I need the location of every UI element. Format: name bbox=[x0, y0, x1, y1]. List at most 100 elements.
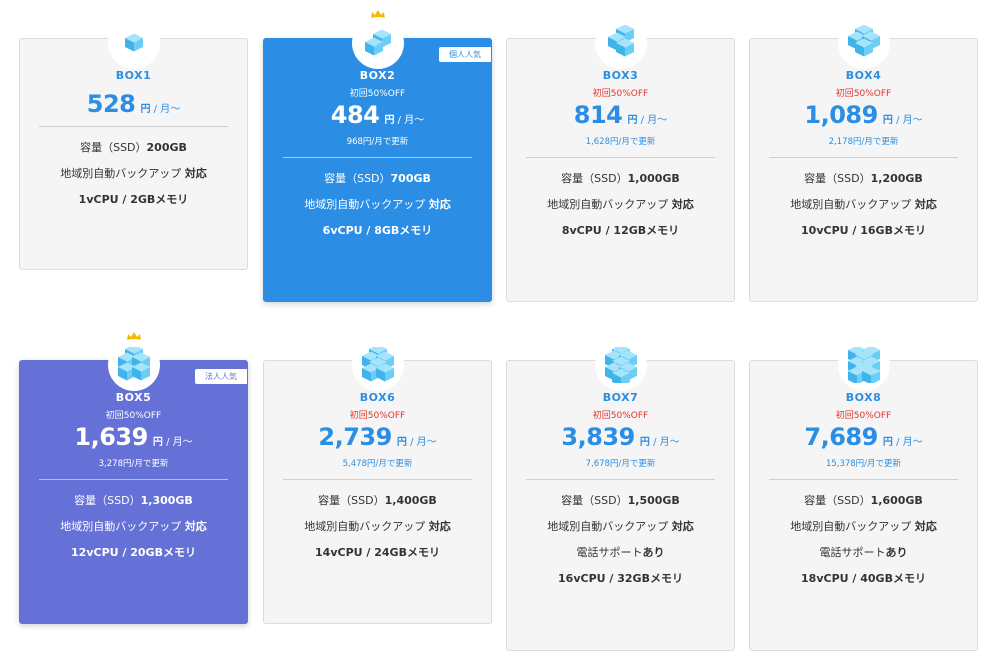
divider bbox=[526, 479, 715, 480]
cube-stack-icon bbox=[361, 347, 394, 382]
spec-label: 地域別自動バックアップ bbox=[304, 198, 429, 211]
cube-icon-badge bbox=[351, 339, 404, 391]
price-currency: 円 bbox=[384, 115, 395, 126]
spec-list: 容量（SSD）1,600GB 地域別自動バックアップ 対応電話サポートあり 18vC… bbox=[750, 494, 977, 585]
spec-row: 地域別自動バックアップ 対応 bbox=[750, 520, 977, 533]
cube-stack-icon bbox=[847, 347, 880, 383]
spec-value: 1,600GB bbox=[870, 494, 923, 507]
spec-label: 地域別自動バックアップ bbox=[60, 520, 185, 533]
discount-label: 初回50%OFF bbox=[592, 89, 649, 99]
price-amount: 528 bbox=[86, 90, 136, 118]
plan-name: BOX1 bbox=[115, 69, 152, 82]
spec-row: 16vCPU / 32GBメモリ bbox=[507, 572, 734, 585]
spec-value: 18vCPU / 40GBメモリ bbox=[801, 572, 926, 585]
spec-row: 地域別自動バックアップ 対応 bbox=[264, 520, 491, 533]
spec-value: 14vCPU / 24GBメモリ bbox=[315, 546, 440, 559]
plan-card-box7[interactable]: BOX7 初回50%OFF 3,839 円 / 月〜 7,678円/月で更新 容… bbox=[506, 339, 735, 651]
spec-value: 16vCPU / 32GBメモリ bbox=[558, 572, 683, 585]
spec-label: 電話サポート bbox=[819, 546, 886, 559]
spec-row: 地域別自動バックアップ 対応 bbox=[20, 520, 247, 533]
cube-stack-icon bbox=[124, 33, 143, 52]
renewal-price: 2,178円/月で更新 bbox=[828, 137, 899, 147]
price-line: 484 円 / 月〜 bbox=[264, 101, 491, 129]
price-line: 1,639 円 / 月〜 bbox=[20, 423, 247, 451]
plan-card-box4[interactable]: BOX4 初回50%OFF 1,089 円 / 月〜 2,178円/月で更新 容… bbox=[749, 17, 978, 302]
cube-icon-badge bbox=[107, 17, 160, 69]
cube-icon-badge bbox=[837, 339, 890, 391]
spec-row: 地域別自動バックアップ 対応 bbox=[507, 198, 734, 211]
spec-list: 容量（SSD）1,400GB 地域別自動バックアップ 対応 14vCPU / 24G… bbox=[264, 494, 491, 559]
spec-label: 容量（SSD） bbox=[804, 172, 871, 185]
price-amount: 7,689 bbox=[804, 423, 878, 451]
spec-value: 700GB bbox=[390, 172, 431, 185]
divider bbox=[769, 157, 958, 158]
spec-list: 容量（SSD）1,300GB 地域別自動バックアップ 対応 12vCPU / 20G… bbox=[20, 494, 247, 559]
price-amount: 814 bbox=[573, 101, 623, 129]
plan-card-box8[interactable]: BOX8 初回50%OFF 7,689 円 / 月〜 15,378円/月で更新 … bbox=[749, 339, 978, 651]
spec-value: 1,200GB bbox=[870, 172, 923, 185]
plan-name: BOX4 bbox=[845, 69, 882, 82]
price-amount: 1,089 bbox=[804, 101, 878, 129]
price-line: 1,089 円 / 月〜 bbox=[750, 101, 977, 129]
renewal-price: 5,478円/月で更新 bbox=[342, 459, 413, 469]
spec-value: 1vCPU / 2GBメモリ bbox=[78, 193, 189, 206]
discount-label: 初回50%OFF bbox=[349, 411, 406, 421]
cube-stack-icon bbox=[364, 29, 391, 56]
spec-row: 8vCPU / 12GBメモリ bbox=[507, 224, 734, 237]
spec-value: 対応 bbox=[184, 520, 207, 533]
spec-value: 6vCPU / 8GBメモリ bbox=[322, 224, 433, 237]
spec-value: 12vCPU / 20GBメモリ bbox=[71, 546, 196, 559]
spec-value: 対応 bbox=[914, 520, 937, 533]
spec-label: 容量（SSD） bbox=[804, 494, 871, 507]
spec-row: 容量（SSD）1,500GB bbox=[507, 494, 734, 507]
cube-stack-icon bbox=[847, 25, 880, 57]
discount-label: 初回50%OFF bbox=[835, 89, 892, 99]
discount-label: 初回50%OFF bbox=[835, 411, 892, 421]
price-currency: 円 bbox=[396, 437, 407, 448]
spec-label: 電話サポート bbox=[576, 546, 643, 559]
price-period: / 月〜 bbox=[892, 437, 923, 448]
spec-label: 容量（SSD） bbox=[561, 494, 628, 507]
price-currency: 円 bbox=[639, 437, 650, 448]
price-line: 528 円 / 月〜 bbox=[20, 90, 247, 118]
cube-stack-icon bbox=[607, 25, 634, 57]
spec-value: あり bbox=[885, 546, 908, 559]
plan-name: BOX8 bbox=[845, 391, 882, 404]
spec-value: 対応 bbox=[428, 198, 451, 211]
price-line: 7,689 円 / 月〜 bbox=[750, 423, 977, 451]
price-amount: 484 bbox=[330, 101, 380, 129]
spec-value: 1,400GB bbox=[384, 494, 437, 507]
spec-row: 地域別自動バックアップ 対応 bbox=[264, 198, 491, 211]
spec-row: 地域別自動バックアップ 対応 bbox=[20, 167, 247, 180]
plan-card-box2[interactable]: 個人人気 BOX2 初回50%OFF 484 円 / 月〜 968円/月で更新 … bbox=[263, 10, 492, 302]
spec-row: 容量（SSD）1,600GB bbox=[750, 494, 977, 507]
renewal-price: 3,278円/月で更新 bbox=[98, 459, 169, 469]
spec-row: 地域別自動バックアップ 対応 bbox=[750, 198, 977, 211]
plan-card-box5[interactable]: 法人人気 BOX5 初回50%OFF 1,639 円 / 月〜 3,278円/月… bbox=[19, 332, 248, 624]
spec-row: 14vCPU / 24GBメモリ bbox=[264, 546, 491, 559]
price-amount: 1,639 bbox=[74, 423, 148, 451]
plan-name: BOX2 bbox=[359, 69, 396, 82]
spec-value: 1,300GB bbox=[140, 494, 193, 507]
plan-card-box3[interactable]: BOX3 初回50%OFF 814 円 / 月〜 1,628円/月で更新 容量（… bbox=[506, 17, 735, 302]
spec-row: 18vCPU / 40GBメモリ bbox=[750, 572, 977, 585]
cube-stack-icon bbox=[604, 347, 637, 383]
spec-value: あり bbox=[642, 546, 665, 559]
spec-label: 地域別自動バックアップ bbox=[547, 198, 672, 211]
renewal-price: 7,678円/月で更新 bbox=[585, 459, 656, 469]
spec-row: 容量（SSD）1,300GB bbox=[20, 494, 247, 507]
plan-card-box1[interactable]: BOX1 528 円 / 月〜 容量（SSD）200GB 地域別自動バックアップ … bbox=[19, 17, 248, 270]
spec-label: 容量（SSD） bbox=[318, 494, 385, 507]
spec-value: 対応 bbox=[914, 198, 937, 211]
spec-label: 容量（SSD） bbox=[74, 494, 141, 507]
cube-icon-badge bbox=[107, 339, 160, 391]
cube-stack-icon bbox=[117, 347, 150, 381]
spec-label: 容量（SSD） bbox=[561, 172, 628, 185]
divider bbox=[283, 157, 472, 158]
plan-card-box6[interactable]: BOX6 初回50%OFF 2,739 円 / 月〜 5,478円/月で更新 容… bbox=[263, 339, 492, 624]
renewal-price: 1,628円/月で更新 bbox=[585, 137, 656, 147]
price-period: / 月〜 bbox=[162, 437, 193, 448]
price-amount: 3,839 bbox=[561, 423, 635, 451]
cube-icon-badge bbox=[351, 17, 404, 69]
price-currency: 円 bbox=[882, 437, 893, 448]
